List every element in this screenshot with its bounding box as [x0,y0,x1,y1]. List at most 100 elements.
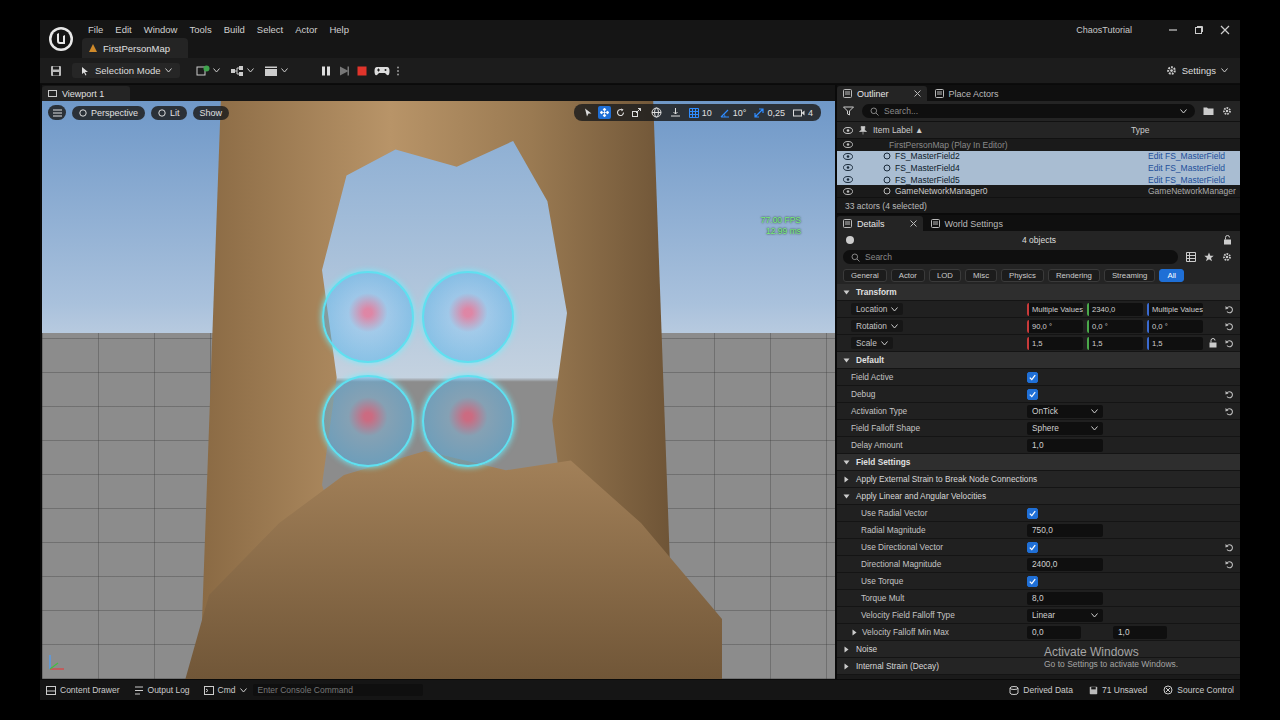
viewport[interactable]: PerspectiveLitShow1010°0,25477.00 FPS12.… [42,101,835,679]
status-bar-button[interactable]: Output Log [134,685,190,695]
collapsed-arrow-icon[interactable] [851,629,858,636]
select-tool-button[interactable] [582,106,595,119]
filter-tab[interactable]: Physics [1001,269,1044,282]
snap-setting[interactable]: 10 [689,108,712,118]
view-button[interactable]: Show [193,106,230,120]
panel-tab[interactable]: Details [837,216,923,231]
number-field[interactable]: 750,0 [1027,524,1103,537]
console-input[interactable]: Enter Console Command [253,684,423,696]
status-bar-button[interactable]: Content Drawer [46,685,120,695]
vector-field[interactable]: 2340,0 [1087,303,1143,316]
checkbox[interactable] [1027,508,1038,519]
reset-arrow-icon[interactable] [1225,322,1234,331]
expanded-arrow-icon[interactable] [843,493,850,500]
property-mode-dropdown[interactable]: Scale [851,337,893,349]
menu-item[interactable]: Tools [183,24,217,35]
eye-icon[interactable] [843,188,853,195]
dropdown[interactable]: OnTick [1027,405,1103,418]
outliner-row[interactable]: GameNetworkManager0GameNetworkManager [837,185,1240,197]
grid-view-icon[interactable] [1186,252,1196,262]
view-button[interactable]: Lit [151,106,187,120]
menu-item[interactable]: Edit [109,24,137,35]
section-header[interactable]: Noise [837,644,877,654]
globe-icon[interactable] [651,107,662,118]
gear-icon[interactable] [1222,252,1232,262]
unreal-logo-icon[interactable] [48,26,74,52]
dropdown[interactable]: Sphere [1027,422,1103,435]
expanded-arrow-icon[interactable] [843,357,850,364]
menu-item[interactable]: Window [138,24,184,35]
eye-icon[interactable] [843,153,853,160]
panel-tab[interactable]: Place Actors [929,86,1007,101]
pause-icon[interactable] [320,65,332,77]
tab-close-icon[interactable] [914,90,921,97]
filter-tab[interactable]: Misc [965,269,997,282]
cinematics-button[interactable] [264,65,288,77]
vector-field[interactable]: 0,0 ° [1087,320,1143,333]
cmd-dropdown[interactable]: Cmd [204,685,247,695]
level-tab[interactable]: FirstPersonMap [82,38,188,58]
checkbox[interactable] [1027,372,1038,383]
selection-mode-dropdown[interactable]: Selection Mode [72,63,180,78]
eye-icon[interactable] [843,176,853,183]
filter-tab[interactable]: All [1159,269,1184,282]
status-bar-button[interactable]: Source Control [1163,685,1234,695]
expanded-arrow-icon[interactable] [843,459,850,466]
expanded-arrow-icon[interactable] [843,289,850,296]
section-header[interactable]: Apply External Strain to Break Node Conn… [837,474,1037,484]
reset-arrow-icon[interactable] [1225,305,1234,314]
blueprint-button[interactable] [230,65,254,77]
more-icon[interactable] [396,65,400,77]
menu-item[interactable]: File [82,24,109,35]
snap-setting[interactable]: 10° [720,108,747,118]
outliner-row[interactable]: FirstPersonMap (Play In Editor) [837,139,1240,151]
vector-field[interactable]: Multiple Values [1027,303,1083,316]
minimize-icon[interactable] [1168,25,1178,35]
eye-icon[interactable] [843,141,853,148]
section-header[interactable]: Apply Linear and Angular Velocities [837,491,986,501]
close-icon[interactable] [1220,25,1230,35]
section-header[interactable]: Internal Strain (Decay) [837,661,939,671]
unlocked-icon[interactable] [1209,338,1217,348]
field-sphere[interactable] [322,375,414,467]
maximize-icon[interactable] [1194,25,1204,35]
max-field[interactable]: 1,0 [1113,626,1167,639]
checkbox[interactable] [1027,389,1038,400]
panel-tab[interactable]: World Settings [925,216,1011,231]
filter-icon[interactable] [843,106,854,116]
property-mode-dropdown[interactable]: Rotation [851,320,903,332]
vector-field[interactable]: 90,0 ° [1027,320,1083,333]
details-search-field[interactable]: Search [843,250,1178,264]
dropdown[interactable]: Linear [1027,609,1103,622]
lock-icon[interactable] [1223,235,1232,245]
vector-field[interactable]: 1,5 [1027,337,1083,350]
checkbox[interactable] [1027,576,1038,587]
viewport-tab[interactable]: Viewport 1 [42,86,130,101]
vector-field[interactable]: 1,5 [1087,337,1143,350]
surface-snap-icon[interactable] [670,107,681,118]
folder-icon[interactable] [1203,106,1214,116]
menu-item[interactable]: Actor [289,24,323,35]
menu-item[interactable]: Select [251,24,289,35]
tab-close-icon[interactable] [910,220,917,227]
viewport-menu-button[interactable] [48,105,66,120]
filter-tab[interactable]: General [843,269,887,282]
outliner-row[interactable]: FS_MasterField2Edit FS_MasterField [837,151,1240,163]
move-tool-button[interactable] [598,106,611,119]
outliner-row[interactable]: FS_MasterField4Edit FS_MasterField [837,162,1240,174]
filter-tab[interactable]: Actor [891,269,925,282]
property-mode-dropdown[interactable]: Location [851,303,903,315]
number-field[interactable]: 8,0 [1027,592,1103,605]
section-header[interactable]: Field Settings [837,457,910,467]
outliner-search-field[interactable]: Search... [862,104,1195,118]
star-icon[interactable] [1204,252,1214,262]
reset-arrow-icon[interactable] [1225,390,1234,399]
play-icon[interactable] [338,65,350,77]
filter-tab[interactable]: Streaming [1104,269,1156,282]
eye-icon[interactable] [843,164,853,171]
reset-arrow-icon[interactable] [1225,560,1234,569]
unreal-logo-icon[interactable] [44,20,78,58]
collapsed-arrow-icon[interactable] [843,646,850,653]
reset-arrow-icon[interactable] [1225,407,1234,416]
section-header[interactable]: Default [837,355,884,365]
